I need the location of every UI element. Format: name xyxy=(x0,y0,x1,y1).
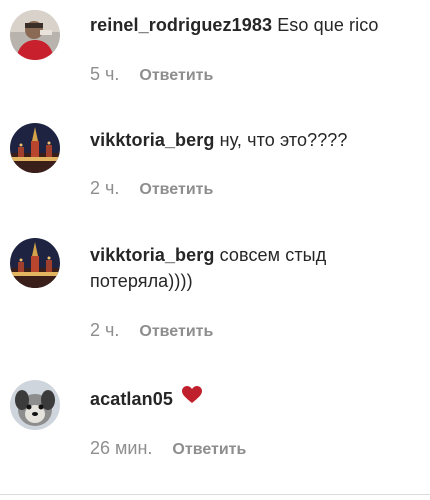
reply-button[interactable]: Ответить xyxy=(139,181,213,198)
username-link[interactable]: reinel_rodriguez1983 xyxy=(90,15,272,35)
person-avatar-icon xyxy=(10,10,60,60)
comment-text: acatlan05 xyxy=(90,386,416,413)
comment-time[interactable]: 2 ч. xyxy=(90,178,119,198)
kremlin-night-avatar-icon xyxy=(10,123,60,173)
username-link[interactable]: vikktoria_berg xyxy=(90,130,214,150)
reply-button[interactable]: Ответить xyxy=(139,323,213,340)
kremlin-night-avatar-icon xyxy=(10,238,60,288)
comment-text: vikktoria_berg совсем стыд потеряла)))) xyxy=(90,242,390,294)
comment-text: vikktoria_berg ну, что это???? xyxy=(90,127,416,153)
comment-body: ну, что это???? xyxy=(214,130,348,150)
dog-avatar-icon xyxy=(10,380,60,430)
comment-meta: 2 ч. Ответить xyxy=(90,320,213,341)
comment-text: reinel_rodriguez1983 Eso que rico xyxy=(90,12,416,38)
comment-time[interactable]: 2 ч. xyxy=(90,320,119,340)
red-heart-icon xyxy=(182,385,203,411)
divider xyxy=(0,494,430,495)
avatar[interactable] xyxy=(10,380,60,430)
reply-button[interactable]: Ответить xyxy=(139,67,213,84)
comment-body: Eso que rico xyxy=(272,15,379,35)
username-link[interactable]: acatlan05 xyxy=(90,389,173,409)
avatar[interactable] xyxy=(10,10,60,60)
comment-time[interactable]: 26 мин. xyxy=(90,438,152,458)
username-link[interactable]: vikktoria_berg xyxy=(90,245,214,265)
comment-meta: 2 ч. Ответить xyxy=(90,178,213,199)
comment-time[interactable]: 5 ч. xyxy=(90,64,119,84)
avatar[interactable] xyxy=(10,238,60,288)
avatar[interactable] xyxy=(10,123,60,173)
comment-meta: 26 мин. Ответить xyxy=(90,438,246,459)
comment-meta: 5 ч. Ответить xyxy=(90,64,213,85)
reply-button[interactable]: Ответить xyxy=(172,441,246,458)
